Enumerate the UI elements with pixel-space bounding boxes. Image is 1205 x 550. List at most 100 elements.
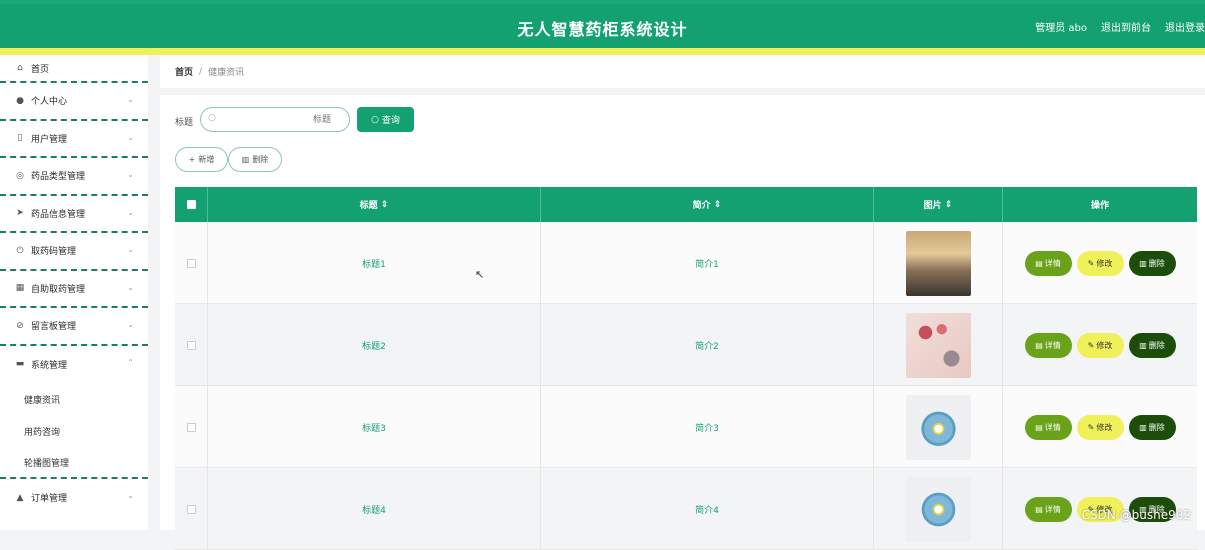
sidebar-item-personal[interactable]: ● 个人中心 ⌄ — [0, 83, 148, 121]
plus-icon: + — [189, 155, 196, 164]
exit-to-frontend-link[interactable]: 退出到前台 — [1101, 19, 1151, 34]
chat-icon: ▬ — [14, 359, 26, 369]
search-icon: ○ — [208, 113, 216, 123]
delete-button[interactable]: ▥删除 — [1129, 415, 1176, 440]
watermark: CSDN @bushe902 — [1082, 508, 1191, 522]
trash-icon: ▥ — [1139, 259, 1147, 268]
sidebar-subitem-medication-consult[interactable]: 用药咨询 — [0, 415, 148, 447]
sidebar-item-label: 自助取药管理 — [31, 282, 85, 295]
select-all-cell — [175, 187, 208, 222]
intro-cell: 简介3 — [541, 386, 874, 468]
edit-button[interactable]: ✎修改 — [1077, 333, 1124, 358]
doc-icon: ▤ — [1035, 423, 1043, 432]
column-intro-label: 简介 — [693, 198, 711, 211]
edit-label: 修改 — [1096, 340, 1112, 351]
sidebar-item-label: 药品类型管理 — [31, 169, 85, 182]
pencil-icon: ✎ — [1088, 423, 1095, 432]
add-button-label: 新增 — [198, 154, 214, 165]
search-button[interactable]: ○ 查询 — [357, 107, 414, 132]
intro-cell: 简介4 — [541, 468, 874, 550]
batch-delete-label: 删除 — [252, 154, 268, 165]
sidebar-item-drug-types[interactable]: ◎ 药品类型管理 ⌄ — [0, 158, 148, 196]
title-cell: 标题3 — [208, 386, 541, 468]
column-title-label: 标题 — [360, 198, 378, 211]
mouse-cursor-icon: ↖ — [475, 268, 484, 281]
detail-label: 详情 — [1045, 258, 1061, 269]
column-header-image[interactable]: 图片 ⇕ — [874, 187, 1003, 222]
sort-icon: ⇕ — [381, 200, 389, 210]
search-button-label: 查询 — [382, 113, 400, 126]
breadcrumb-home[interactable]: 首页 — [175, 65, 193, 78]
row-checkbox[interactable] — [187, 259, 196, 268]
ops-cell: ▤详情 ✎修改 ▥删除 — [1003, 386, 1197, 468]
main-content: 首页 / 健康资讯 标题 ○ ○ 查询 + 新增 ▥ 删除 标 — [160, 55, 1205, 530]
search-label: 标题 — [175, 115, 193, 128]
table-header: 标题 ⇕ 简介 ⇕ 图片 ⇕ 操作 — [175, 187, 1197, 222]
top-bar: 无人智慧药柜系统设计 管理员 abo 退出到前台 退出登录 — [0, 0, 1205, 55]
top-links: 管理员 abo 退出到前台 退出登录 — [1035, 19, 1205, 34]
pencil-icon: ✎ — [1088, 259, 1095, 268]
delete-button[interactable]: ▥删除 — [1129, 251, 1176, 276]
top-bar-accent-stripe — [0, 48, 1205, 55]
breadcrumb-current: 健康资讯 — [208, 65, 244, 78]
add-button[interactable]: + 新增 — [175, 147, 228, 172]
detail-button[interactable]: ▤详情 — [1025, 415, 1072, 440]
news-image[interactable] — [906, 477, 971, 542]
row-checkbox[interactable] — [187, 341, 196, 350]
delete-label: 删除 — [1149, 422, 1165, 433]
news-image[interactable] — [906, 231, 971, 296]
image-cell — [874, 304, 1003, 386]
search-input[interactable] — [221, 111, 341, 129]
row-checkbox[interactable] — [187, 423, 196, 432]
batch-delete-button[interactable]: ▥ 删除 — [228, 147, 282, 172]
breadcrumb: 首页 / 健康资讯 — [160, 55, 1205, 88]
title-cell: 标题2 — [208, 304, 541, 386]
edit-button[interactable]: ✎修改 — [1077, 415, 1124, 440]
column-header-title[interactable]: 标题 ⇕ — [208, 187, 541, 222]
row-select-cell — [175, 222, 208, 304]
news-image[interactable] — [906, 313, 971, 378]
select-all-checkbox[interactable] — [187, 200, 196, 209]
image-cell — [874, 222, 1003, 304]
table-row: 标题2 简介2 ▤详情 ✎修改 ▥删除 — [175, 304, 1197, 386]
row-select-cell — [175, 468, 208, 550]
calendar-icon: ▦ — [14, 283, 26, 293]
edit-button[interactable]: ✎修改 — [1077, 251, 1124, 276]
trash-icon: ▥ — [1139, 423, 1147, 432]
sidebar-subitem-carousel[interactable]: 轮播图管理 — [0, 447, 148, 479]
sidebar-item-home[interactable]: ⌂ 首页 — [0, 55, 148, 83]
news-image[interactable] — [906, 395, 971, 460]
sidebar-item-label: 首页 — [31, 62, 49, 75]
sidebar-item-drug-info[interactable]: ➤ 药品信息管理 ⌄ — [0, 196, 148, 234]
admin-user-link[interactable]: 管理员 abo — [1035, 19, 1087, 34]
chevron-down-icon: ⌄ — [127, 283, 134, 292]
sidebar-item-label: 取药码管理 — [31, 244, 76, 257]
title-cell: 标题4 — [208, 468, 541, 550]
detail-button[interactable]: ▤详情 — [1025, 497, 1072, 522]
sidebar-item-orders[interactable]: ▲ 订单管理 ⌄ — [0, 479, 148, 517]
sidebar-item-label: 系统管理 — [31, 358, 67, 371]
sidebar-item-messages[interactable]: ⊘ 留言板管理 ⌄ — [0, 308, 148, 346]
row-select-cell — [175, 386, 208, 468]
sidebar-item-self-pickup[interactable]: ▦ 自助取药管理 ⌄ — [0, 271, 148, 309]
chevron-down-icon: ⌄ — [127, 320, 134, 329]
row-checkbox[interactable] — [187, 505, 196, 514]
table-row: 标题1 简介1 ▤详情 ✎修改 ▥删除 — [175, 222, 1197, 304]
sidebar: ⌂ 首页 ● 个人中心 ⌄ ▯ 用户管理 ⌄ ◎ 药品类型管理 ⌄ ➤ 药品信息… — [0, 55, 148, 530]
column-header-ops: 操作 — [1003, 187, 1197, 222]
search-box: ○ — [200, 107, 350, 132]
column-header-intro[interactable]: 简介 ⇕ — [541, 187, 874, 222]
image-cell — [874, 386, 1003, 468]
delete-button[interactable]: ▥删除 — [1129, 333, 1176, 358]
sidebar-item-system[interactable]: ▬ 系统管理 ⌃ — [0, 346, 148, 384]
trash-icon: ▥ — [242, 155, 250, 164]
detail-button[interactable]: ▤详情 — [1025, 333, 1072, 358]
sidebar-subitem-health-news[interactable]: 健康资讯 — [0, 383, 148, 415]
sidebar-item-pickup-code[interactable]: ⏻ 取药码管理 ⌄ — [0, 233, 148, 271]
detail-button[interactable]: ▤详情 — [1025, 251, 1072, 276]
trash-icon: ▥ — [1139, 341, 1147, 350]
logout-link[interactable]: 退出登录 — [1165, 19, 1205, 34]
bell-off-icon: ⊘ — [14, 321, 26, 331]
edit-label: 修改 — [1096, 422, 1112, 433]
sidebar-item-users[interactable]: ▯ 用户管理 ⌄ — [0, 121, 148, 159]
